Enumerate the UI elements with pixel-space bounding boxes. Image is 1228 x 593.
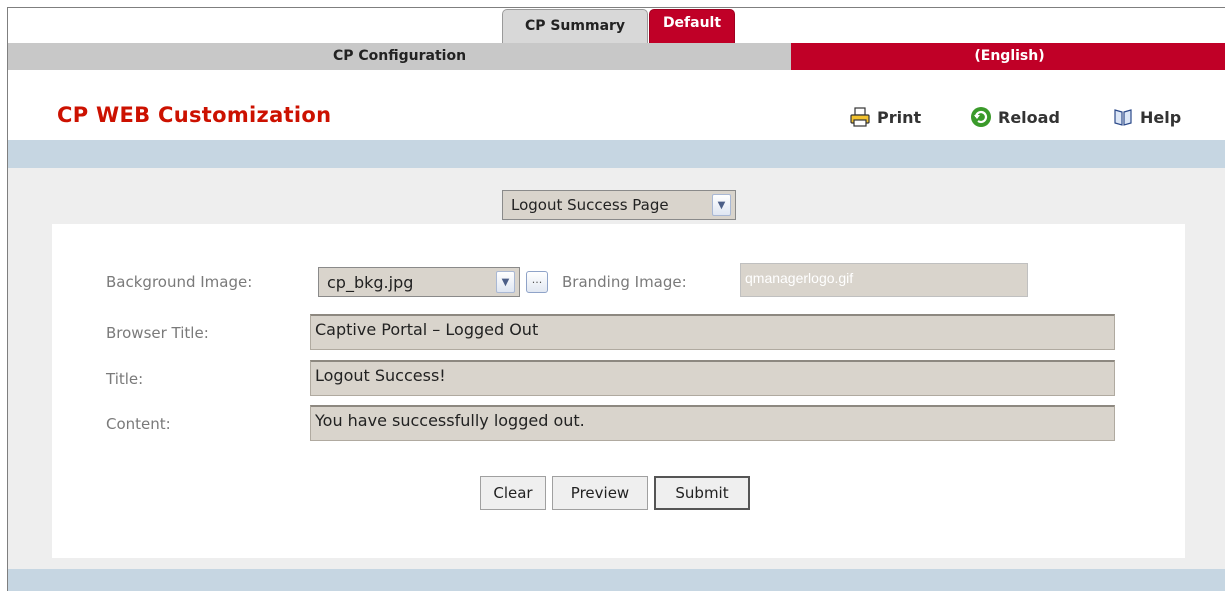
print-button[interactable]: Print: [849, 106, 921, 128]
tab-default[interactable]: Default: [649, 9, 735, 43]
print-label: Print: [877, 107, 922, 127]
chevron-down-icon[interactable]: ▼: [712, 194, 731, 216]
branding-image-field[interactable]: qmanagerlogo.gif: [740, 263, 1028, 297]
reload-label: Reload: [998, 107, 1060, 127]
title-label: Title:: [106, 370, 144, 388]
reload-button[interactable]: Reload: [970, 106, 1060, 128]
tab-cp-summary[interactable]: CP Summary: [502, 9, 648, 43]
browser-title-label: Browser Title:: [106, 324, 209, 342]
divider-band-top: [8, 140, 1225, 168]
title-field[interactable]: Logout Success!: [310, 360, 1115, 396]
chevron-down-icon[interactable]: ▼: [496, 271, 515, 293]
reload-icon: [970, 106, 992, 128]
background-image-select[interactable]: cp_bkg.jpg ▼: [318, 267, 520, 297]
printer-icon: [849, 106, 871, 128]
section-bar: CP Configuration: [8, 43, 791, 70]
divider-band-bottom: [8, 569, 1225, 591]
customization-panel: Background Image: cp_bkg.jpg ▼ ... Brand…: [52, 224, 1185, 558]
content-field[interactable]: You have successfully logged out.: [310, 405, 1115, 441]
help-label: Help: [1140, 107, 1182, 127]
page-title: CP WEB Customization: [57, 103, 332, 127]
help-book-icon: [1112, 106, 1134, 128]
content-label: Content:: [106, 415, 171, 433]
help-button[interactable]: Help: [1112, 106, 1181, 128]
preview-button[interactable]: Preview: [552, 476, 648, 510]
browse-button[interactable]: ...: [526, 271, 548, 293]
submit-button[interactable]: Submit: [654, 476, 750, 510]
page-type-select[interactable]: Logout Success Page ▼: [502, 190, 736, 220]
background-image-value: cp_bkg.jpg: [327, 272, 414, 292]
browser-title-field[interactable]: Captive Portal – Logged Out: [310, 314, 1115, 350]
content-area: Logout Success Page ▼ Background Image: …: [8, 168, 1225, 569]
clear-button[interactable]: Clear: [480, 476, 546, 510]
page-type-value: Logout Success Page: [511, 196, 669, 214]
app-frame: CP Summary Default CP Configuration (Eng…: [7, 7, 1225, 591]
background-image-label: Background Image:: [106, 273, 253, 291]
language-bar: (English): [791, 43, 1225, 70]
branding-image-label: Branding Image:: [562, 273, 687, 291]
